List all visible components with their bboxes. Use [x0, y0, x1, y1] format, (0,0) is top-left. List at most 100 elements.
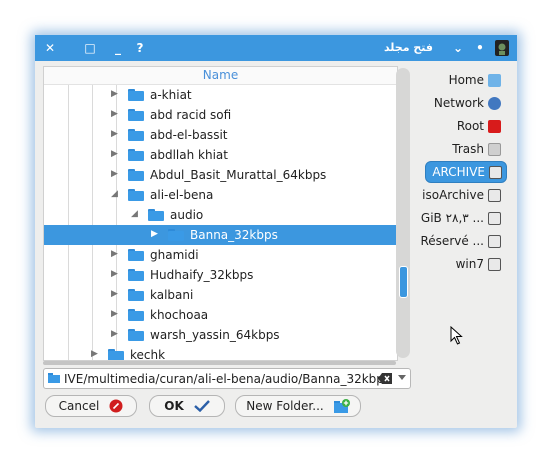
expand-arrow-icon[interactable]: ▶ [111, 249, 118, 259]
window-menu-button[interactable]: ⌄ [449, 39, 467, 57]
place-label: Trash [452, 142, 484, 156]
tree-row[interactable]: ▶ abdllah khiat [44, 145, 397, 165]
place-label: Root [456, 119, 484, 133]
path-value: IVE/multimedia/curan/ali-el-bena/audio/B… [64, 372, 391, 386]
help-icon: ? [136, 41, 144, 55]
place-root[interactable]: Root [457, 116, 501, 136]
folder-icon [128, 309, 144, 321]
folder-icon [128, 329, 144, 341]
folder-icon [128, 289, 144, 301]
cancel-label: Cancel [58, 399, 100, 413]
tree-row[interactable]: ▶ a-khiat [44, 85, 397, 105]
home-icon [488, 73, 501, 87]
expand-arrow-icon[interactable]: ▶ [111, 289, 118, 299]
place-home[interactable]: Home [449, 70, 501, 90]
tree-row[interactable]: ▶ abd-el-bassit [44, 125, 397, 145]
window-title: فتح مجلد [383, 41, 433, 54]
maximize-icon: □ [84, 41, 96, 55]
cancel-button[interactable]: Cancel [45, 395, 137, 417]
tree-row-label: ali-el-bena [150, 188, 214, 202]
dot-icon: • [476, 41, 484, 55]
place-label: GiB ٢٨,٣ ... [420, 211, 484, 225]
place-trash[interactable]: Trash [452, 139, 501, 159]
place-win7[interactable]: win7 [456, 254, 501, 274]
mouse-cursor-icon [450, 326, 463, 345]
close-button[interactable]: ✕ [41, 39, 59, 57]
place-isoarchive[interactable]: isoArchive [422, 185, 501, 205]
tree-row[interactable]: ▶ ghamidi [44, 245, 397, 265]
place-label: win7 [455, 257, 484, 271]
collapse-arrow-icon[interactable]: ◢ [111, 189, 118, 199]
drive-icon [488, 257, 501, 271]
close-icon: ✕ [44, 41, 56, 55]
tree-row-label: Hudhaify_32kbps [150, 268, 254, 282]
place-label: isoArchive [422, 188, 484, 202]
place-reserve[interactable]: Réservé ... [420, 231, 501, 251]
tree-row[interactable]: ▶ Abdul_Basit_Murattal_64kbps [44, 165, 397, 185]
expand-arrow-icon[interactable]: ▶ [111, 129, 118, 139]
expand-arrow-icon[interactable]: ▶ [111, 149, 118, 159]
drive-icon [489, 165, 502, 179]
tree-row[interactable]: ▶ Hudhaify_32kbps [44, 265, 397, 285]
network-globe-icon [488, 96, 501, 110]
folder-icon [128, 249, 144, 261]
folder-icon [128, 189, 144, 201]
minimize-button[interactable]: _ [109, 39, 127, 57]
folder-icon [148, 209, 164, 221]
place-label: ARCHIVE [432, 165, 485, 179]
expand-arrow-icon[interactable]: ▶ [91, 349, 98, 359]
tree-row[interactable]: ▶ warsh_yassin_64kbps [44, 325, 397, 345]
tree-row-label: Abdul_Basit_Murattal_64kbps [150, 168, 327, 182]
tree-row-label: kalbani [150, 288, 194, 302]
tree-row-label: khochoaa [150, 308, 209, 322]
cancel-icon [109, 399, 123, 413]
expand-arrow-icon[interactable]: ▶ [111, 329, 118, 339]
tree-row-label: abd-el-bassit [150, 128, 228, 142]
place-volume-28gib[interactable]: GiB ٢٨,٣ ... [421, 208, 501, 228]
column-header-name[interactable]: Name [44, 67, 397, 85]
ok-button[interactable]: OK [149, 395, 225, 417]
tree-row-label: abdllah khiat [150, 148, 228, 162]
tree-row[interactable]: ▶ kalbani [44, 285, 397, 305]
maximize-button[interactable]: □ [81, 39, 99, 57]
expand-arrow-icon[interactable]: ▶ [151, 229, 158, 239]
title-bar: ✕ □ _ ? فتح مجلد ⌄ • [35, 35, 517, 61]
drive-icon [488, 188, 501, 202]
clear-icon[interactable] [378, 373, 392, 384]
expand-arrow-icon[interactable]: ▶ [111, 309, 118, 319]
collapse-arrow-icon[interactable]: ◢ [131, 209, 138, 219]
drive-icon [488, 234, 501, 248]
tree-row[interactable]: ▶ khochoaa [44, 305, 397, 325]
sticky-button[interactable]: • [471, 39, 489, 57]
folder-icon [128, 129, 144, 141]
place-network[interactable]: Network [434, 93, 501, 113]
help-button[interactable]: ? [131, 39, 149, 57]
vertical-scrollbar[interactable] [396, 68, 410, 358]
folder-icon [48, 373, 60, 383]
expand-arrow-icon[interactable]: ▶ [111, 89, 118, 99]
tree-row[interactable]: ▶ abd racid sofi [44, 105, 397, 125]
horizontal-scrollbar[interactable] [43, 361, 396, 365]
chevron-down-icon[interactable] [398, 375, 406, 381]
tree-row[interactable]: ▶ kechk [44, 345, 397, 360]
new-folder-label: New Folder... [246, 399, 324, 413]
tree-row-label: Banna_32kbps [190, 228, 278, 242]
path-combobox[interactable]: IVE/multimedia/curan/ali-el-bena/audio/B… [43, 368, 411, 389]
root-folder-icon [488, 119, 501, 133]
tree-row[interactable]: ◢ ali-el-bena [44, 185, 397, 205]
new-folder-button[interactable]: New Folder... [235, 395, 361, 417]
folder-icon [128, 169, 144, 181]
folder-icon [108, 349, 124, 360]
place-label: Réservé ... [420, 234, 485, 248]
tree-row[interactable]: ▶ Banna_32kbps [44, 225, 397, 245]
expand-arrow-icon[interactable]: ▶ [111, 109, 118, 119]
scrollbar-thumb[interactable] [399, 266, 408, 298]
folder-icon [128, 109, 144, 121]
tree-row-label: a-khiat [150, 88, 192, 102]
expand-arrow-icon[interactable]: ▶ [111, 269, 118, 279]
folder-tree[interactable]: Name ▶ a-khiat ▶ abd racid sofi ▶ abd-el-bass… [43, 66, 398, 361]
place-archive[interactable]: ARCHIVE [425, 161, 507, 183]
tree-row-label: audio [170, 208, 204, 222]
tree-row[interactable]: ◢ audio [44, 205, 397, 225]
expand-arrow-icon[interactable]: ▶ [111, 169, 118, 179]
